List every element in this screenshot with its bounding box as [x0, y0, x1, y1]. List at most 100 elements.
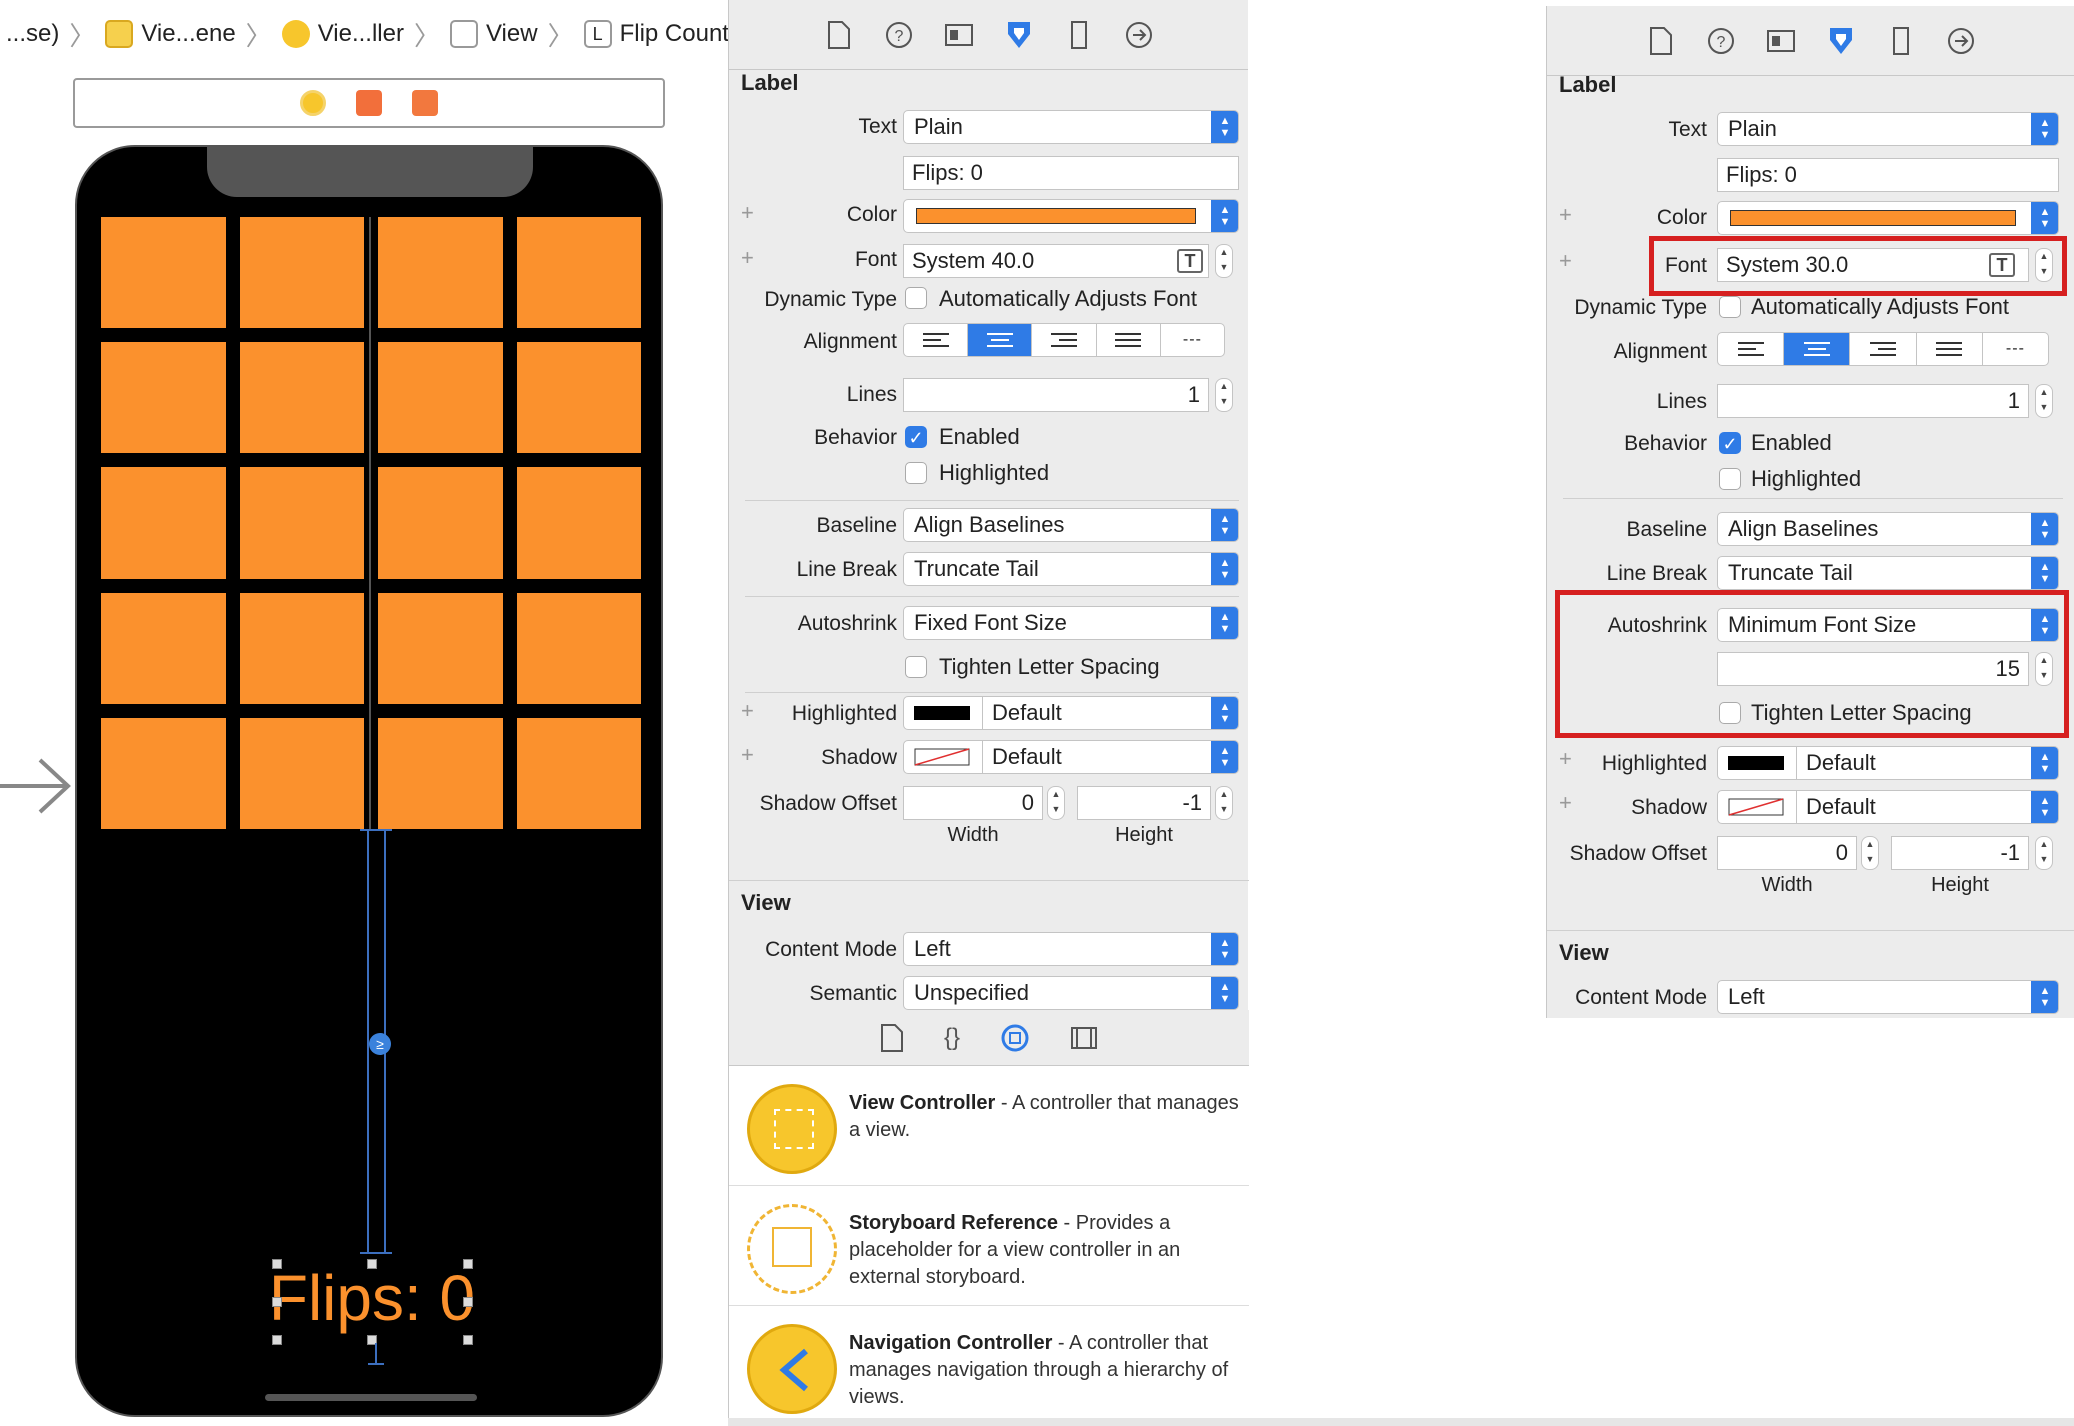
library-item-storyboard-reference[interactable]: Storyboard Reference - Provides a placeh… [729, 1186, 1249, 1306]
font-picker-icon[interactable]: T [1177, 249, 1203, 273]
adjusts-font-checkbox[interactable] [905, 287, 927, 309]
attributes-inspector-tab[interactable] [1823, 23, 1859, 59]
identity-inspector-tab[interactable] [1763, 23, 1799, 59]
enabled-checkbox[interactable]: ✓ [905, 426, 927, 448]
highlighted-color-popup[interactable]: Default ▲ ▼ [903, 696, 1239, 730]
adjusts-font-checkbox[interactable] [1719, 296, 1741, 318]
card-button[interactable] [378, 467, 503, 579]
resize-handle[interactable] [367, 1259, 377, 1269]
color-well[interactable]: ▲ ▼ [903, 199, 1239, 233]
shadow-height-field[interactable]: -1 [1077, 786, 1211, 820]
card-button[interactable] [101, 467, 226, 579]
tighten-spacing-checkbox[interactable] [905, 656, 927, 678]
card-button[interactable] [239, 342, 364, 454]
lines-stepper[interactable]: ▲ ▼ [2035, 384, 2053, 418]
text-content-field[interactable]: Flips: 0 [903, 156, 1239, 190]
baseline-popup[interactable]: Align Baselines ▲ ▼ [903, 508, 1239, 542]
lines-field[interactable]: 1 [903, 378, 1209, 412]
file-inspector-tab[interactable] [1643, 23, 1679, 59]
card-button[interactable] [239, 467, 364, 579]
shadow-width-stepper[interactable]: ▲ ▼ [1047, 786, 1065, 820]
media-library-icon[interactable] [1070, 1025, 1098, 1051]
align-center-segment[interactable] [968, 324, 1033, 356]
baseline-popup[interactable]: Align Baselines ▲ ▼ [1717, 512, 2059, 546]
card-button[interactable] [516, 592, 641, 704]
card-button[interactable] [378, 217, 503, 329]
card-button[interactable] [101, 717, 226, 829]
align-right-segment[interactable] [1850, 333, 1917, 365]
entry-point-arrow-icon[interactable] [0, 756, 72, 816]
line-break-popup[interactable]: Truncate Tail ▲ ▼ [903, 552, 1239, 586]
resize-handle[interactable] [272, 1335, 282, 1345]
shadow-popup[interactable]: Default ▲ ▼ [1717, 790, 2059, 824]
connections-inspector-tab[interactable] [1943, 23, 1979, 59]
shadow-height-field[interactable]: -1 [1891, 836, 2029, 870]
first-responder-icon[interactable] [356, 90, 382, 116]
shadow-height-stepper[interactable]: ▲ ▼ [1215, 786, 1233, 820]
card-button[interactable] [378, 717, 503, 829]
code-snippet-icon[interactable]: {} [944, 1024, 960, 1052]
file-inspector-tab[interactable] [821, 17, 857, 53]
storyboard-canvas[interactable]: ...se) 〉 Vie...ene 〉 Vie...ller 〉 View 〉… [0, 0, 728, 1426]
card-button[interactable] [101, 592, 226, 704]
breadcrumb-item-project[interactable]: ...se) [0, 20, 65, 48]
enabled-checkbox[interactable]: ✓ [1719, 432, 1741, 454]
align-justify-segment[interactable] [1917, 333, 1983, 365]
card-button[interactable] [239, 717, 364, 829]
card-button[interactable] [516, 217, 641, 329]
card-button[interactable] [239, 592, 364, 704]
resize-handle[interactable] [463, 1335, 473, 1345]
align-justify-segment[interactable] [1097, 324, 1161, 356]
card-button[interactable] [101, 342, 226, 454]
shadow-height-stepper[interactable]: ▲ ▼ [2035, 836, 2053, 870]
alignment-segmented-control[interactable]: --- [903, 323, 1225, 357]
alignment-segmented-control[interactable]: --- [1717, 332, 2049, 366]
exit-icon[interactable] [412, 90, 438, 116]
shadow-width-field[interactable]: 0 [903, 786, 1043, 820]
card-button[interactable] [516, 717, 641, 829]
align-natural-segment[interactable]: --- [1161, 324, 1224, 356]
content-mode-popup[interactable]: Left ▲ ▼ [1717, 980, 2059, 1014]
semantic-popup[interactable]: Unspecified ▲ ▼ [903, 976, 1239, 1010]
highlighted-color-popup[interactable]: Default ▲ ▼ [1717, 746, 2059, 780]
identity-inspector-tab[interactable] [941, 17, 977, 53]
text-type-popup[interactable]: Plain ▲ ▼ [1717, 112, 2059, 146]
object-library-icon[interactable] [1000, 1023, 1030, 1053]
attributes-inspector-tab[interactable] [1001, 17, 1037, 53]
breadcrumb-item-label[interactable]: L Flip Count Label [578, 20, 728, 48]
quick-help-tab[interactable]: ? [1703, 23, 1739, 59]
constraint-relation-badge[interactable]: ≥ [369, 1033, 391, 1055]
library-item-navigation-controller[interactable]: Navigation Controller - A controller tha… [729, 1306, 1249, 1426]
font-field[interactable]: System 40.0 [903, 244, 1209, 278]
lines-stepper[interactable]: ▲ ▼ [1215, 378, 1233, 412]
resize-handle[interactable] [463, 1297, 473, 1307]
card-button[interactable] [516, 342, 641, 454]
color-well[interactable]: ▲ ▼ [1717, 201, 2059, 235]
highlighted-checkbox[interactable] [1719, 468, 1741, 490]
library-item-view-controller[interactable]: View Controller - A controller that mana… [729, 1066, 1249, 1186]
text-content-field[interactable]: Flips: 0 [1717, 158, 2059, 192]
content-mode-popup[interactable]: Left ▲ ▼ [903, 932, 1239, 966]
resize-handle[interactable] [463, 1259, 473, 1269]
size-inspector-tab[interactable] [1061, 17, 1097, 53]
breadcrumb-item-view[interactable]: View [444, 20, 544, 48]
card-button[interactable] [101, 217, 226, 329]
quick-help-tab[interactable]: ? [881, 17, 917, 53]
shadow-width-stepper[interactable]: ▲ ▼ [1861, 836, 1879, 870]
lines-field[interactable]: 1 [1717, 384, 2029, 418]
breadcrumb-item-view-controller[interactable]: Vie...ller [276, 20, 410, 48]
resize-handle[interactable] [272, 1297, 282, 1307]
connections-inspector-tab[interactable] [1121, 17, 1157, 53]
font-size-stepper[interactable]: ▲ ▼ [1215, 244, 1233, 278]
align-left-segment[interactable] [904, 324, 969, 356]
autoshrink-popup[interactable]: Fixed Font Size ▲ ▼ [903, 606, 1239, 640]
breadcrumb-item-scene[interactable]: Vie...ene [99, 20, 241, 48]
highlighted-checkbox[interactable] [905, 462, 927, 484]
card-button[interactable] [239, 217, 364, 329]
file-template-icon[interactable] [880, 1023, 904, 1053]
card-button[interactable] [378, 342, 503, 454]
view-controller-icon[interactable] [300, 90, 326, 116]
card-button[interactable] [516, 467, 641, 579]
size-inspector-tab[interactable] [1883, 23, 1919, 59]
align-left-segment[interactable] [1718, 333, 1785, 365]
